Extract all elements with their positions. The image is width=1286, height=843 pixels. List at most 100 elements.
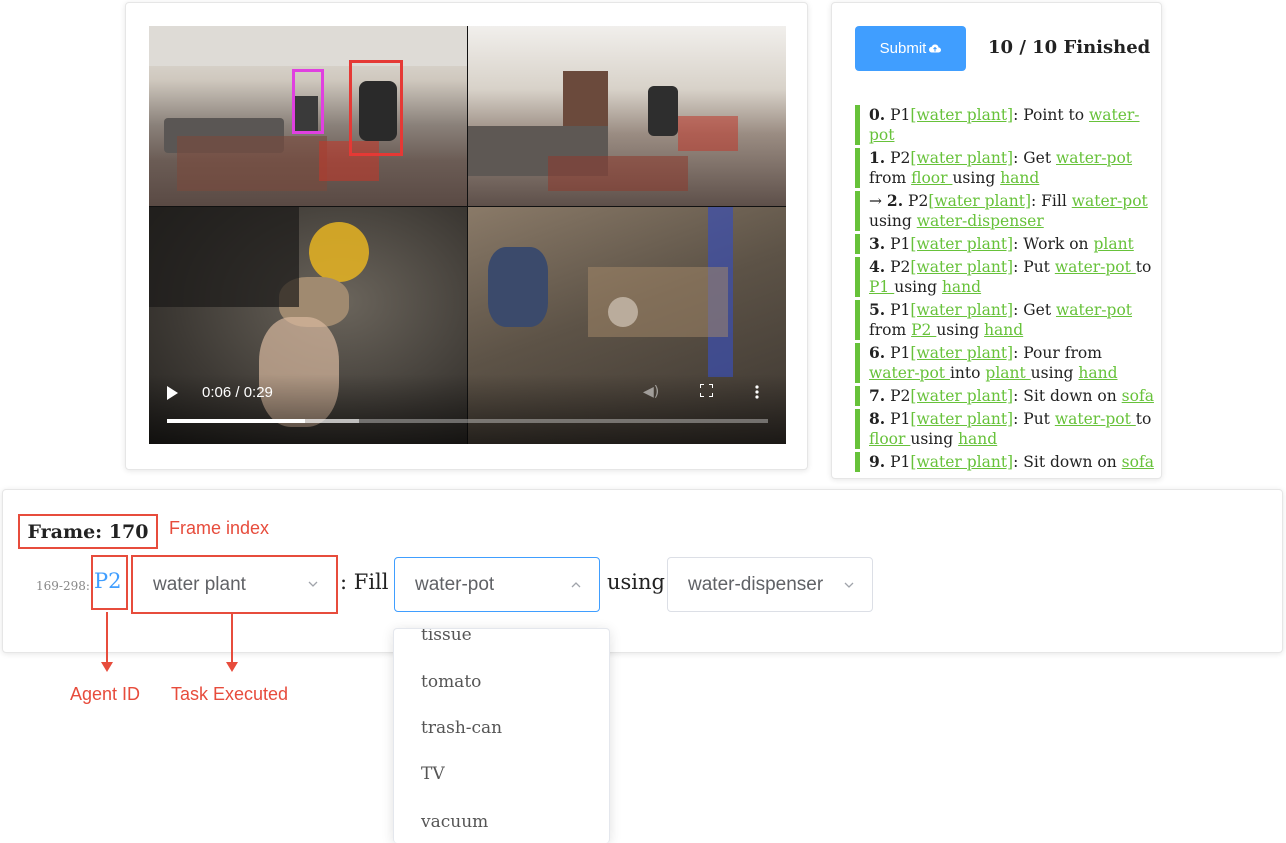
video-progress-fill [167,419,306,423]
tool-select-value: water-dispenser [688,573,824,595]
agent-id-arrow [106,612,108,662]
chevron-up-icon [571,582,581,588]
object-link[interactable]: plant [1093,235,1133,253]
task-executed-arrow-head [226,662,238,672]
task-link[interactable]: [water plant] [910,453,1013,471]
task-link[interactable]: [water plant] [910,258,1013,276]
object-link[interactable]: water-pot [869,364,950,382]
object-link[interactable]: hand [984,321,1023,339]
task-agent: P1 [890,410,911,428]
task-text: : Sit down on [1013,453,1122,471]
task-text: using [894,278,942,296]
task-item: → 2. P2[water plant]: Fill water-pot usi… [855,191,1155,231]
object-link[interactable]: floor [869,430,910,448]
task-text: using [936,321,985,339]
task-executed-arrow [231,614,233,662]
task-agent: P2 [890,258,911,276]
video-controls: 0:06 / 0:29 ◀) [149,374,786,444]
play-icon[interactable] [167,386,178,400]
fullscreen-icon[interactable] [700,384,713,397]
task-link[interactable]: [water plant] [928,192,1031,210]
finished-status: 10 / 10 Finished [988,37,1151,58]
task-item: 0. P1[water plant]: Point to water-pot [855,105,1155,145]
task-agent: P1 [890,106,911,124]
task-current-arrow: → [869,192,887,210]
object-link[interactable]: water-pot [1055,410,1136,428]
agent-id-callout: Agent ID [70,684,141,704]
object-link[interactable]: water-pot [1056,301,1132,319]
dropdown-option[interactable]: TV [394,759,609,789]
video-progress-bar[interactable] [167,419,768,423]
task-index: 1. [869,148,886,167]
using-label: using [607,570,665,594]
object-link[interactable]: water-pot [1055,258,1136,276]
submit-button[interactable]: Submit [855,26,966,71]
task-index: 9. [869,452,886,471]
video-panel: 0:06 / 0:29 ◀) [125,2,808,470]
volume-icon[interactable]: ◀) [643,384,659,400]
cloud-upload-icon [929,44,942,53]
task-text: : Work on [1013,235,1094,253]
task-agent: P1 [890,235,911,253]
task-executed-highlight [131,555,338,614]
tool-select[interactable]: water-dispenser [667,557,873,612]
task-executed-callout: Task Executed [171,684,289,704]
dropdown-option[interactable]: tissue [394,629,609,650]
task-agent: P2 [890,387,911,405]
task-link[interactable]: [water plant] [910,301,1013,319]
dropdown-option[interactable]: vacuum [394,807,609,837]
task-agent: P1 [890,301,911,319]
task-agent: P1 [890,453,911,471]
object-link[interactable]: hand [1078,364,1117,382]
task-text: using [869,212,917,230]
task-item: 3. P1[water plant]: Work on plant [855,234,1155,254]
task-link[interactable]: [water plant] [910,106,1013,124]
task-index: 2. [886,191,904,210]
task-agent: P2 [890,149,911,167]
object-link[interactable]: sofa [1122,387,1154,405]
task-text: : Point to [1013,106,1089,124]
task-link[interactable]: [water plant] [910,387,1013,405]
chevron-down-icon [844,582,854,588]
task-text: using [952,169,1001,187]
object-link[interactable]: hand [1000,169,1039,187]
object-link[interactable]: water-pot [1056,149,1132,167]
task-index: 8. [869,409,886,428]
task-agent: P1 [890,344,911,362]
task-link[interactable]: [water plant] [910,344,1013,362]
video-player[interactable]: 0:06 / 0:29 ◀) [149,26,786,444]
task-text: : Pour from [1013,344,1102,362]
task-link[interactable]: [water plant] [910,149,1013,167]
object-link[interactable]: P1 [869,278,894,296]
task-text: : Put [1013,410,1055,428]
more-options-icon[interactable] [755,385,759,399]
task-text: into [949,364,986,382]
task-index: 7. [869,386,886,405]
task-link[interactable]: [water plant] [910,410,1013,428]
agent-id-arrow-head [101,662,113,672]
task-item: 7. P2[water plant]: Sit down on sofa [855,386,1155,406]
object-link[interactable]: plant [985,364,1030,382]
object-link[interactable]: hand [942,278,981,296]
object-link[interactable]: water-dispenser [917,212,1044,230]
task-item: 1. P2[water plant]: Get water-pot from f… [855,148,1155,188]
object-link[interactable]: hand [958,430,997,448]
agent-id[interactable]: P2 [94,569,122,593]
task-text: using [910,430,959,448]
object-link[interactable]: P2 [911,321,936,339]
task-link[interactable]: [water plant] [910,235,1013,253]
object-link[interactable]: floor [911,169,952,187]
frame-label: Frame: 170 [18,514,158,549]
dropdown-option[interactable]: tomato [394,667,609,697]
task-list: 0. P1[water plant]: Point to water-pot 1.… [855,105,1155,475]
frame-index-callout: Frame index [169,518,270,538]
task-index: 6. [869,343,886,362]
dropdown-option[interactable]: trash-can [394,713,609,743]
task-item: 5. P1[water plant]: Get water-pot from P… [855,300,1155,340]
annotation-panel: Frame: 170 Frame index 169-298: P2 water… [2,489,1283,653]
verb-label: : Fill [340,570,389,594]
object-select[interactable]: water-pot [394,557,600,612]
task-text: : Get [1013,301,1056,319]
object-link[interactable]: sofa [1122,453,1154,471]
object-link[interactable]: water-pot [1072,192,1148,210]
